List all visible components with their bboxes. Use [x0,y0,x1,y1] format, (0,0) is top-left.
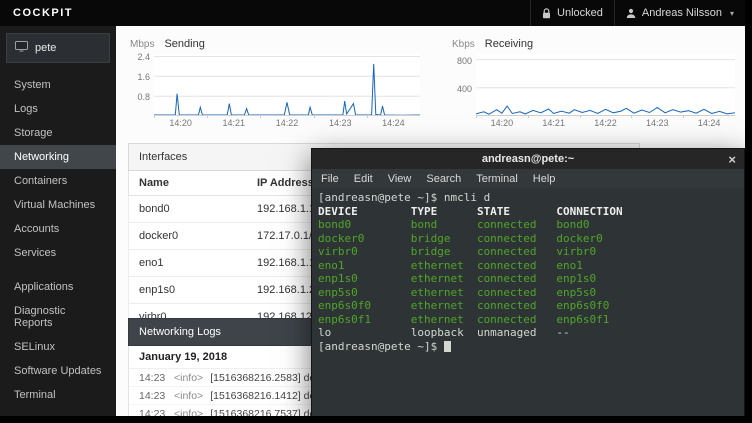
receiving-x-axis: 14:2014:2114:2214:2314:24 [476,118,735,128]
sidebar-item-selinux[interactable]: SELinux [0,335,116,359]
log-level: <info> [174,408,203,416]
terminal-menu-help[interactable]: Help [533,173,556,185]
chevron-down-icon: ▾ [730,9,734,18]
y-tick-label: 0.8 [137,92,150,102]
terminal-cursor [444,341,451,352]
interface-ip: 172.17.0.1/1 [257,230,318,242]
log-time: 14:23 [139,372,167,384]
user-icon [626,8,636,18]
terminal-line: DEVICE TYPE STATE CONNECTION [318,205,738,219]
host-name: pete [35,42,56,54]
x-tick-label: 14:23 [631,118,683,128]
unlocked-button[interactable]: Unlocked [530,0,614,26]
terminal-line: virbr0 bridge connected virbr0 [318,245,738,259]
cockpit-app: COCKPIT Unlocked Andreas Nilsson ▾ p [0,0,745,416]
network-charts: Mbps Sending 2.41.60.8 14:2014:2114:2214… [128,38,735,128]
x-tick-label: 14:20 [154,118,207,128]
terminal-line: enp1s0 ethernet connected enp1s0 [318,272,738,286]
terminal-line: bond0 bond connected bond0 [318,218,738,232]
sending-x-axis: 14:2014:2114:2214:2314:24 [154,118,420,128]
sending-chart: Mbps Sending 2.41.60.8 14:2014:2114:2214… [128,38,420,128]
column-header-ip: IP Address [257,177,314,189]
terminal-line: [andreasn@pete ~]$ [318,340,738,354]
terminal-menu-view[interactable]: View [388,173,412,185]
x-tick-label: 14:24 [683,118,735,128]
log-level: <info> [174,390,203,402]
terminal-window: andreasn@pete:~ × File Edit View Search Term… [311,148,745,416]
x-tick-label: 14:21 [207,118,260,128]
y-tick-label: 1.6 [137,72,150,82]
terminal-line: [andreasn@pete ~]$ nmcli d [318,191,738,205]
log-time: 14:23 [139,408,167,416]
y-tick-label: 800 [457,56,472,66]
x-tick-label: 14:21 [528,118,580,128]
sidebar-item-software-updates[interactable]: Software Updates [0,359,116,383]
y-tick-label: 2.4 [137,52,150,62]
terminal-line: lo loopback unmanaged -- [318,326,738,340]
x-tick-label: 14:22 [580,118,632,128]
sending-plot [154,54,420,116]
sidebar-item-storage[interactable]: Storage [0,121,116,145]
receiving-plot [476,54,735,116]
y-tick-label: 400 [457,84,472,94]
terminal-line: enp6s0f1 ethernet connected enp6s0f1 [318,313,738,327]
sidebar-nav: SystemLogsStorageNetworkingContainersVir… [0,73,116,407]
receiving-chart-title: Receiving [485,38,533,50]
x-tick-label: 14:20 [476,118,528,128]
terminal-menu-terminal[interactable]: Terminal [476,173,518,185]
terminal-menubar: File Edit View Search Terminal Help [312,169,744,188]
interface-name-link[interactable]: enp1s0 [139,284,257,296]
terminal-line: eno1 ethernet connected eno1 [318,259,738,273]
receiving-y-axis: 800 400 [450,54,476,116]
sending-y-axis: 2.4 1.6 0.8 [128,54,154,116]
server-icon [15,41,28,55]
receiving-chart: Kbps Receiving 800400 14:2014:2114:2214:… [450,38,735,128]
sidebar-item-services[interactable]: Services [0,241,116,265]
x-tick-label: 14:24 [367,118,420,128]
log-level: <info> [174,372,203,384]
top-bar: COCKPIT Unlocked Andreas Nilsson ▾ [0,0,745,26]
terminal-line: enp5s0 ethernet connected enp5s0 [318,286,738,300]
user-name: Andreas Nilsson [642,7,722,19]
sidebar: pete SystemLogsStorageNetworkingContaine… [0,26,116,416]
cockpit-logo: COCKPIT [0,0,86,26]
sending-unit-label: Mbps [130,39,154,50]
unlocked-label: Unlocked [557,7,603,19]
terminal-line: docker0 bridge connected docker0 [318,232,738,246]
user-menu-button[interactable]: Andreas Nilsson ▾ [614,0,745,26]
terminal-menu-file[interactable]: File [321,173,339,185]
interface-name-link[interactable]: bond0 [139,203,257,215]
lock-icon [542,8,551,19]
x-tick-label: 14:23 [314,118,367,128]
sidebar-item-system[interactable]: System [0,73,116,97]
sending-chart-title: Sending [164,38,204,50]
terminal-menu-edit[interactable]: Edit [354,173,373,185]
sidebar-item-accounts[interactable]: Accounts [0,217,116,241]
sidebar-item-logs[interactable]: Logs [0,97,116,121]
sidebar-item-applications[interactable]: Applications [0,275,116,299]
terminal-title: andreasn@pete:~ [482,153,574,165]
terminal-line: enp6s0f0 ethernet connected enp6s0f0 [318,299,738,313]
close-icon[interactable]: × [728,149,736,169]
sidebar-item-virtual-machines[interactable]: Virtual Machines [0,193,116,217]
topbar-right-group: Unlocked Andreas Nilsson ▾ [530,0,745,26]
interface-name-link[interactable]: eno1 [139,257,257,269]
interface-name-link[interactable]: docker0 [139,230,257,242]
terminal-titlebar[interactable]: andreasn@pete:~ × [312,149,744,169]
column-header-name: Name [139,177,257,189]
host-selector[interactable]: pete [6,33,110,63]
sidebar-item-containers[interactable]: Containers [0,169,116,193]
terminal-screen[interactable]: [andreasn@pete ~]$ nmcli dDEVICE TYPE ST… [312,188,744,416]
log-time: 14:23 [139,390,167,402]
sidebar-item-diagnostic-reports[interactable]: Diagnostic Reports [0,299,116,335]
x-tick-label: 14:22 [260,118,313,128]
sidebar-item-networking[interactable]: Networking [0,145,116,169]
terminal-menu-search[interactable]: Search [426,173,461,185]
receiving-unit-label: Kbps [452,39,475,50]
sidebar-item-terminal[interactable]: Terminal [0,383,116,407]
